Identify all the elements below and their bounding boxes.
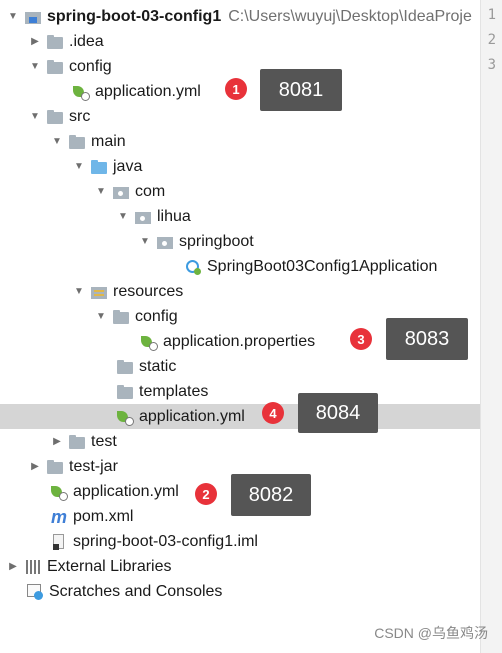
annotation-badge: 4 xyxy=(262,402,284,424)
tree-item-com[interactable]: ▼ com xyxy=(94,179,502,204)
chevron-down-icon[interactable]: ▼ xyxy=(72,286,86,297)
tree-item-label: lihua xyxy=(157,207,191,225)
chevron-down-icon[interactable]: ▼ xyxy=(6,11,20,22)
folder-icon xyxy=(68,433,86,451)
package-icon xyxy=(156,233,174,251)
tree-item-label: External Libraries xyxy=(47,557,172,575)
chevron-right-icon[interactable]: ▶ xyxy=(6,561,20,572)
chevron-down-icon[interactable]: ▼ xyxy=(50,136,64,147)
chevron-right-icon[interactable]: ▶ xyxy=(28,461,42,472)
tree-item-label: test xyxy=(91,432,117,450)
tree-item-resources[interactable]: ▼ resources xyxy=(72,279,502,304)
chevron-down-icon[interactable]: ▼ xyxy=(28,111,42,122)
port-callout: 8083 xyxy=(386,318,468,360)
line-number: 2 xyxy=(487,32,496,48)
tree-item-label: application.yml xyxy=(73,482,179,500)
chevron-right-icon[interactable]: ▶ xyxy=(50,436,64,447)
maven-icon: m xyxy=(50,506,67,527)
folder-icon xyxy=(112,308,130,326)
port-callout: 8082 xyxy=(231,474,311,516)
tree-item-label: application.yml xyxy=(139,407,245,425)
tree-item-label: templates xyxy=(139,382,209,400)
libraries-icon xyxy=(24,558,42,576)
spring-config-icon xyxy=(140,333,158,351)
folder-icon xyxy=(68,133,86,151)
tree-item-resources-application-yml[interactable]: application.yml xyxy=(0,404,480,429)
tree-item-iml[interactable]: spring-boot-03-config1.iml xyxy=(50,529,502,554)
spring-config-icon xyxy=(72,83,90,101)
tree-item-scratches[interactable]: Scratches and Consoles xyxy=(26,579,502,604)
tree-item-label: resources xyxy=(113,282,184,300)
source-folder-icon xyxy=(90,158,108,176)
chevron-down-icon[interactable]: ▼ xyxy=(138,236,152,247)
spring-config-icon xyxy=(116,408,134,426)
tree-item-label: main xyxy=(91,132,126,150)
folder-icon xyxy=(46,458,64,476)
port-callout: 8084 xyxy=(298,393,378,433)
tree-item-label: java xyxy=(113,157,143,175)
folder-icon xyxy=(46,108,64,126)
tree-item-label: test-jar xyxy=(69,457,118,475)
tree-item-lihua[interactable]: ▼ lihua xyxy=(116,204,502,229)
chevron-down-icon[interactable]: ▼ xyxy=(116,211,130,222)
line-number: 1 xyxy=(487,7,496,23)
iml-file-icon xyxy=(50,533,68,551)
tree-item-label: pom.xml xyxy=(73,507,134,525)
chevron-right-icon[interactable]: ▶ xyxy=(28,36,42,47)
tree-item-application-class[interactable]: SpringBoot03Config1Application xyxy=(184,254,502,279)
chevron-down-icon[interactable]: ▼ xyxy=(72,161,86,172)
watermark: CSDN @乌鱼鸡汤 xyxy=(374,625,488,641)
tree-item-label: .idea xyxy=(69,32,104,50)
tree-item-label: config xyxy=(135,307,178,325)
scratches-icon xyxy=(26,583,44,601)
tree-item-label: com xyxy=(135,182,166,200)
spring-app-class-icon xyxy=(184,258,202,276)
port-callout: 8081 xyxy=(260,69,342,111)
folder-icon xyxy=(46,58,64,76)
folder-icon xyxy=(116,383,134,401)
module-folder-icon xyxy=(24,8,42,26)
tree-item-idea[interactable]: ▶ .idea xyxy=(28,29,502,54)
tree-item-label: src xyxy=(69,107,91,125)
chevron-down-icon[interactable]: ▼ xyxy=(28,61,42,72)
tree-item-label: config xyxy=(69,57,112,75)
annotation-badge: 3 xyxy=(350,328,372,350)
tree-item-java[interactable]: ▼ java xyxy=(72,154,502,179)
folder-icon xyxy=(116,358,134,376)
tree-item-test[interactable]: ▶ test xyxy=(50,429,502,454)
tree-item-label: Scratches and Consoles xyxy=(49,582,223,600)
package-icon xyxy=(134,208,152,226)
project-name: spring-boot-03-config1 xyxy=(47,7,222,25)
annotation-badge: 1 xyxy=(225,78,247,100)
spring-config-icon xyxy=(50,483,68,501)
chevron-down-icon[interactable]: ▼ xyxy=(94,311,108,322)
line-number: 3 xyxy=(487,57,496,73)
project-path: C:\Users\wuyuj\Desktop\IdeaProje xyxy=(228,7,472,25)
tree-item-label: SpringBoot03Config1Application xyxy=(207,257,438,275)
tree-item-label: static xyxy=(139,357,177,375)
annotation-badge: 2 xyxy=(195,483,217,505)
tree-item-label: application.yml xyxy=(95,82,201,100)
tree-item-main[interactable]: ▼ main xyxy=(50,129,502,154)
tree-item-label: application.properties xyxy=(163,332,316,350)
tree-item-label: spring-boot-03-config1.iml xyxy=(73,532,258,550)
tree-item-project-root[interactable]: ▼ spring-boot-03-config1 C:\Users\wuyuj\… xyxy=(6,4,486,29)
tree-item-label: springboot xyxy=(179,232,254,250)
package-icon xyxy=(112,183,130,201)
tree-item-external-libraries[interactable]: ▶ External Libraries xyxy=(6,554,486,579)
folder-icon xyxy=(46,33,64,51)
editor-gutter: 1 2 3 xyxy=(480,0,502,653)
chevron-down-icon[interactable]: ▼ xyxy=(94,186,108,197)
resources-folder-icon xyxy=(90,283,108,301)
tree-item-springboot[interactable]: ▼ springboot xyxy=(138,229,502,254)
